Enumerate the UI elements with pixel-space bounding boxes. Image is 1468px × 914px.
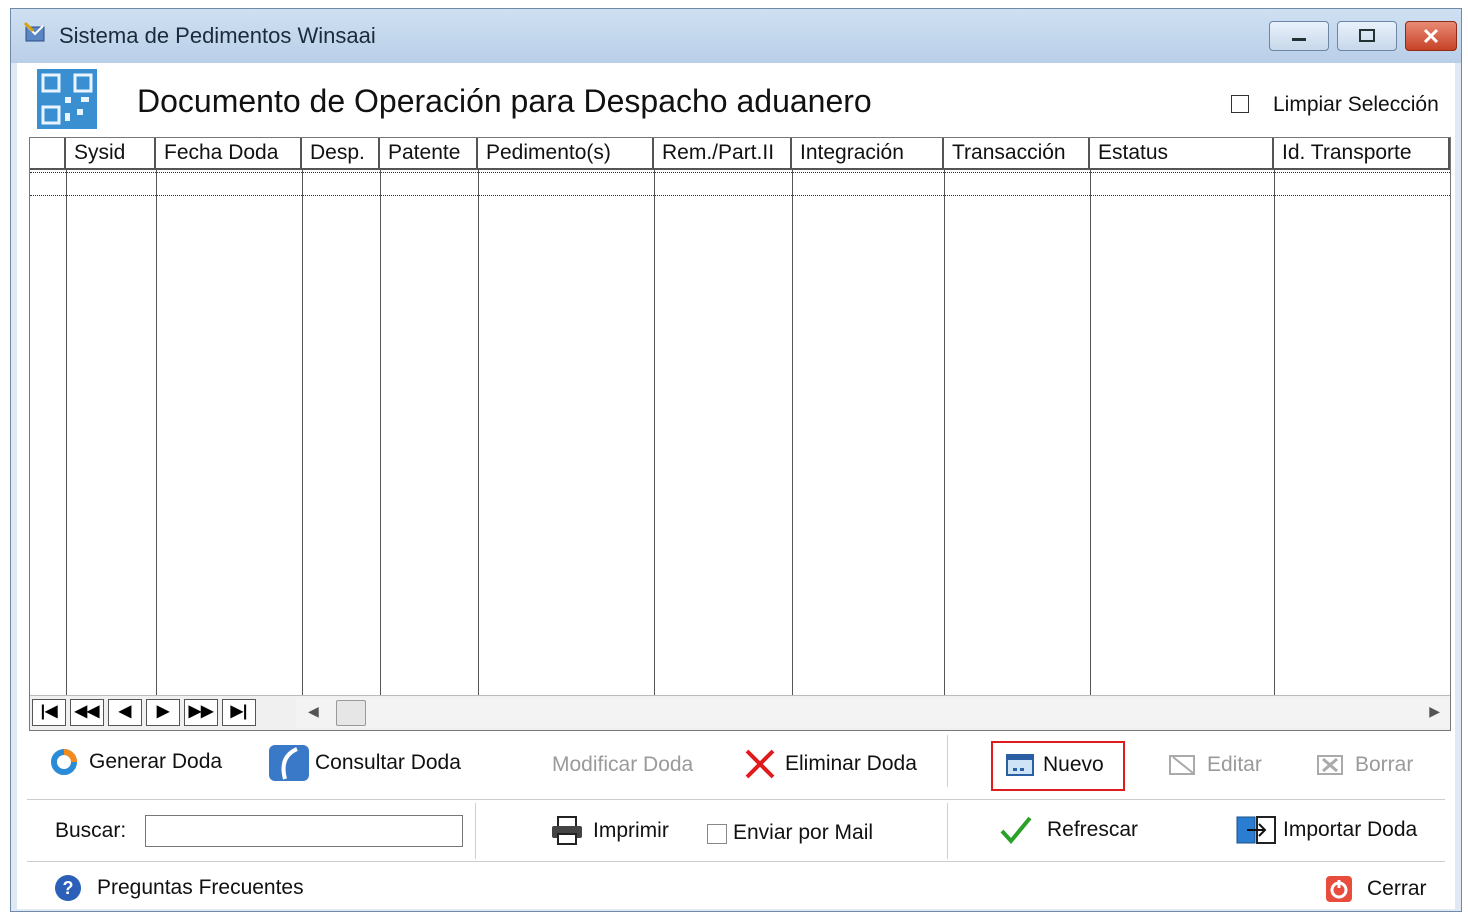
minimize-icon: [1292, 38, 1306, 41]
ring-icon: [51, 749, 77, 775]
enviar-mail-label[interactable]: Enviar por Mail: [733, 821, 873, 845]
next-record-button[interactable]: ▶: [146, 699, 180, 726]
delete-x-icon: [745, 749, 775, 779]
prev-page-button[interactable]: ◀◀: [70, 699, 104, 726]
title-bar[interactable]: Sistema de Pedimentos Winsaai: [11, 9, 1461, 63]
refrescar-label: Refrescar: [1047, 818, 1139, 841]
close-icon: [1423, 28, 1439, 44]
column-header-estatus[interactable]: Estatus: [1090, 138, 1274, 170]
horizontal-scrollbar[interactable]: ◀ ▶: [296, 698, 1450, 728]
cerrar-label: Cerrar: [1367, 877, 1427, 900]
editar-label: Editar: [1207, 753, 1262, 776]
new-row[interactable]: [30, 172, 1450, 196]
printer-icon: [552, 816, 582, 845]
column-divider: [380, 170, 381, 696]
toolbar-separator: [27, 799, 1445, 800]
maximize-icon: [1359, 29, 1375, 42]
importar-doda-button[interactable]: Importar Doda: [1235, 813, 1417, 847]
consultar-doda-button[interactable]: Consultar Doda: [267, 741, 461, 785]
edit-icon: [1169, 755, 1195, 775]
doda-grid[interactable]: Sysid Fecha Doda Desp. Patente Pedimento…: [29, 137, 1451, 731]
column-header-id-transporte[interactable]: Id. Transporte: [1274, 138, 1450, 170]
page-title: Documento de Operación para Despacho adu…: [137, 83, 872, 119]
last-record-button[interactable]: ▶|: [222, 699, 256, 726]
column-divider: [944, 170, 945, 696]
nuevo-label: Nuevo: [1043, 753, 1104, 776]
power-icon: [1326, 876, 1352, 902]
column-header-rem-part[interactable]: Rem./Part.II: [654, 138, 792, 170]
generar-doda-button[interactable]: Generar Doda: [47, 745, 222, 779]
column-header-sysid[interactable]: Sysid: [66, 138, 156, 170]
first-record-button[interactable]: |◀: [32, 699, 66, 726]
svg-text:?: ?: [63, 878, 74, 898]
column-divider: [66, 170, 67, 696]
nuevo-button[interactable]: Nuevo: [1005, 751, 1104, 779]
toolbar-divider: [475, 803, 476, 859]
minimize-button[interactable]: [1269, 21, 1329, 51]
column-divider: [478, 170, 479, 696]
scroll-left-arrow-icon[interactable]: ◀: [308, 703, 319, 720]
borrar-label: Borrar: [1355, 753, 1414, 776]
help-icon: ?: [55, 875, 81, 901]
column-divider: [156, 170, 157, 696]
window-title: Sistema de Pedimentos Winsaai: [59, 23, 376, 48]
eliminar-doda-button[interactable]: Eliminar Doda: [743, 747, 917, 781]
main-window: Sistema de Pedimentos Winsaai Documento …: [10, 8, 1462, 912]
eliminar-doda-label: Eliminar Doda: [785, 752, 917, 775]
record-navigator: |◀ ◀◀ ◀ ▶ ▶▶ ▶| ◀ ▶: [30, 695, 1450, 730]
imprimir-label: Imprimir: [593, 819, 669, 842]
imprimir-button[interactable]: Imprimir: [549, 815, 669, 847]
scroll-right-arrow-icon[interactable]: ▶: [1429, 703, 1440, 720]
column-header-patente[interactable]: Patente: [380, 138, 478, 170]
preguntas-frecuentes-button[interactable]: ? Preguntas Frecuentes: [53, 873, 304, 903]
scrollbar-thumb[interactable]: [336, 700, 366, 726]
prev-record-button[interactable]: ◀: [108, 699, 142, 726]
enviar-mail-checkbox[interactable]: [707, 824, 727, 844]
toolbar-divider: [947, 735, 948, 787]
column-divider: [1090, 170, 1091, 696]
checkmark-icon: [1000, 816, 1032, 845]
search-label: Buscar:: [55, 819, 127, 842]
modificar-doda-button[interactable]: Modificar Doda: [552, 753, 693, 777]
client-area: Documento de Operación para Despacho adu…: [17, 63, 1455, 909]
search-input[interactable]: [145, 815, 463, 847]
refrescar-button[interactable]: Refrescar: [999, 813, 1138, 847]
column-divider: [654, 170, 655, 696]
qr-code-icon: [37, 69, 97, 129]
clear-selection-label[interactable]: Limpiar Selección: [1273, 93, 1439, 117]
maximize-button[interactable]: [1337, 21, 1397, 51]
modificar-doda-label: Modificar Doda: [552, 753, 694, 776]
importar-doda-label: Importar Doda: [1283, 818, 1418, 841]
generar-doda-label: Generar Doda: [89, 750, 223, 773]
clear-selection-checkbox[interactable]: [1231, 95, 1249, 113]
column-header-transaccion[interactable]: Transacción: [944, 138, 1090, 170]
cerrar-button[interactable]: Cerrar: [1325, 875, 1427, 903]
toolbar-separator: [27, 861, 1445, 862]
close-button[interactable]: [1405, 21, 1457, 51]
column-divider: [302, 170, 303, 696]
column-header-fecha-doda[interactable]: Fecha Doda: [156, 138, 302, 170]
next-page-button[interactable]: ▶▶: [184, 699, 218, 726]
app-icon: [23, 21, 45, 42]
column-divider: [792, 170, 793, 696]
column-divider: [1274, 170, 1275, 696]
borrar-button[interactable]: Borrar: [1315, 751, 1413, 779]
column-header-integracion[interactable]: Integración: [792, 138, 944, 170]
column-header-desp[interactable]: Desp.: [302, 138, 380, 170]
consultar-doda-label: Consultar Doda: [315, 751, 461, 774]
column-header-pedimentos[interactable]: Pedimento(s): [478, 138, 654, 170]
row-indicator-header: [30, 138, 66, 170]
editar-button[interactable]: Editar: [1167, 751, 1262, 779]
form-icon: [1006, 754, 1034, 776]
consult-icon: [269, 745, 309, 781]
import-icon: [1236, 816, 1276, 844]
toolbar-divider: [947, 803, 948, 859]
preguntas-frecuentes-label: Preguntas Frecuentes: [97, 876, 304, 899]
clear-icon: [1317, 755, 1343, 775]
